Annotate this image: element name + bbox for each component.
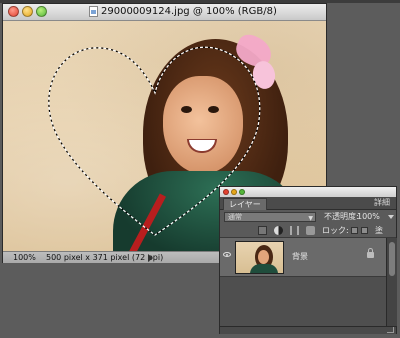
thumb-face — [258, 250, 269, 264]
layer-thumbnail — [235, 241, 284, 274]
lock-label: ロック: — [322, 226, 349, 235]
fill-label: 塗 — [375, 226, 383, 235]
adjustment-layer-icon[interactable] — [274, 226, 283, 235]
document-info: 500 pixel x 371 pixel (72 ppi) — [46, 253, 164, 262]
panel-scroll-thumb[interactable] — [389, 242, 395, 276]
blend-opacity-row: 通常 ▼ 不透明度: 100% — [220, 210, 396, 224]
layer-group-icon[interactable] — [290, 226, 299, 235]
eye-icon[interactable] — [223, 252, 231, 257]
resize-grip-icon[interactable] — [387, 327, 394, 333]
opacity-label: 不透明度: — [324, 212, 359, 221]
layer-row[interactable]: 背景 — [220, 238, 386, 277]
blend-mode-value: 通常 — [228, 213, 242, 221]
panel-zoom-icon[interactable] — [239, 189, 245, 195]
chevron-down-icon: ▼ — [308, 215, 313, 222]
panel-tab-bar: レイヤー 詳細 — [220, 197, 396, 210]
lock-transparency-icon[interactable] — [351, 227, 358, 234]
opacity-value[interactable]: 100% — [357, 211, 380, 223]
minimize-icon[interactable] — [22, 6, 33, 17]
document-title: 29000009124.jpg @ 100% (RGB/8) — [101, 6, 277, 17]
layers-panel: レイヤー 詳細 通常 ▼ 不透明度: 100% ロック: 塗 背景 — [219, 186, 397, 334]
lock-all-icon[interactable] — [361, 227, 368, 234]
panel-minimize-icon[interactable] — [231, 189, 237, 195]
app-workspace: 29000009124.jpg @ 100% (RGB/8) 100% 500 … — [0, 0, 400, 338]
panel-menu-button[interactable]: 詳細 — [374, 198, 390, 208]
layer-name: 背景 — [292, 252, 308, 261]
thumb-coat — [250, 264, 278, 273]
close-icon[interactable] — [8, 6, 19, 17]
document-icon — [89, 6, 98, 17]
document-titlebar[interactable]: 29000009124.jpg @ 100% (RGB/8) — [3, 4, 326, 21]
opacity-dropdown-icon[interactable] — [388, 215, 394, 219]
panel-bottom-bar — [220, 326, 396, 334]
zoom-icon[interactable] — [36, 6, 47, 17]
lock-icon — [367, 248, 374, 258]
new-layer-icon[interactable] — [306, 226, 315, 235]
lock-row: ロック: 塗 — [220, 224, 396, 238]
blend-mode-select[interactable]: 通常 ▼ — [224, 212, 316, 222]
panel-scrollbar[interactable] — [386, 238, 397, 326]
status-menu-arrow-icon[interactable] — [148, 254, 153, 262]
zoom-level[interactable]: 100% — [13, 252, 36, 263]
tab-layers[interactable]: レイヤー — [223, 198, 267, 210]
link-layers-icon[interactable] — [258, 226, 267, 235]
panel-close-icon[interactable] — [223, 189, 229, 195]
layers-list: 背景 — [220, 238, 386, 326]
